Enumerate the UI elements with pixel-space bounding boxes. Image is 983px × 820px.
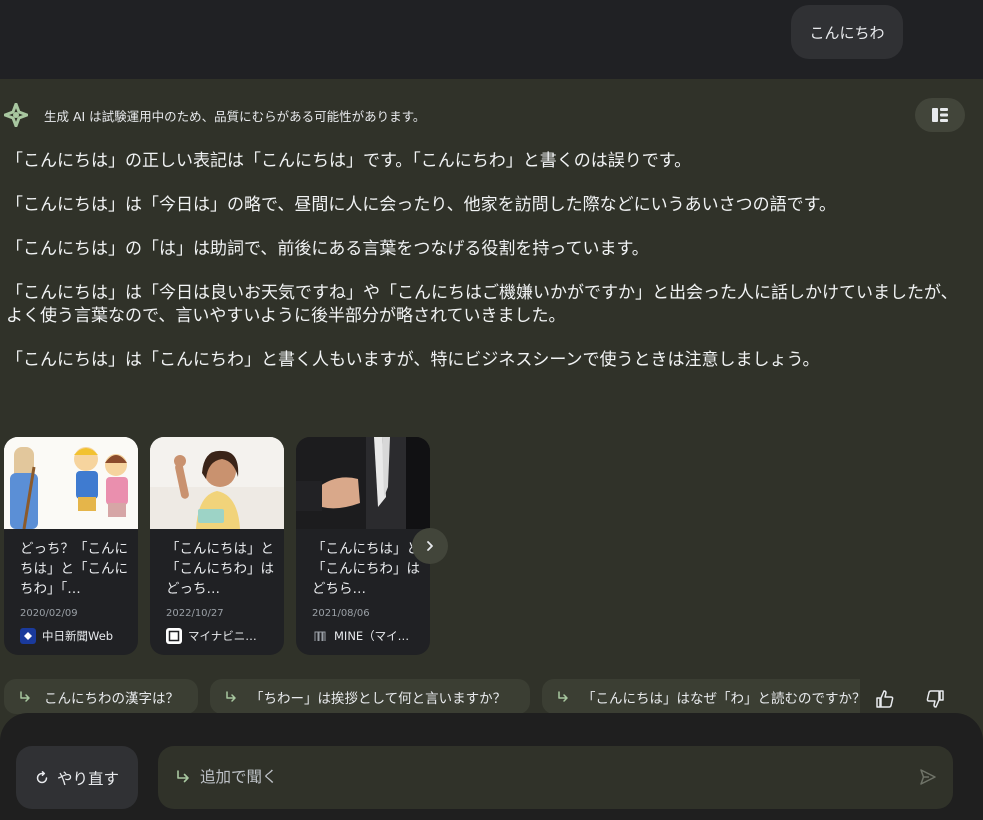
generative-ai-spark-icon — [4, 103, 28, 127]
chunichi-icon — [20, 628, 36, 644]
generative-ai-notice: 生成 AI は試験運用中のため、品質にむらがある可能性があります。 — [44, 109, 426, 124]
card-title: 「こんにちは」と「こんにちわ」はどっち… — [166, 541, 274, 597]
follow-up-arrow-icon — [20, 690, 30, 702]
thumbs-down-icon[interactable] — [924, 688, 946, 710]
retry-label: やり直す — [56, 769, 119, 788]
card-date: 2020/02/09 — [20, 608, 78, 619]
card-thumbnail-photo — [296, 437, 430, 529]
card-source: MINE（マイ… — [312, 628, 422, 644]
source-card[interactable]: 「こんにちは」と「こんにちわ」はどっち… 2022/10/27 マイナビニ… — [150, 437, 284, 655]
card-thumbnail-photo — [150, 437, 284, 529]
related-question-label: 「こんにちは」はなぜ「わ」と読むのですか？ — [582, 690, 860, 707]
source-card[interactable]: どっち？「こんにちは」と「こんにちわ」「… 2020/02/09 中日新聞Web — [4, 437, 138, 655]
related-question-label: 「ちわー」は挨拶として何と言いますか？ — [250, 690, 507, 707]
conversation-top-area: こんにちわ — [0, 0, 983, 79]
answer-paragraph: 「こんにちは」は「こんにちわ」と書く人もいますが、特にビジネスシーンで使うときは… — [6, 350, 820, 370]
card-title: どっち？「こんにちは」と「こんにちわ」「… — [20, 541, 128, 597]
card-title: 「こんにちは」と「こんにちわ」はどちら… — [312, 541, 420, 597]
answer-paragraph: 「こんにちは」は「今日は良いお天気ですね」や「こんにちはご機嫌いかがですか」と出… — [6, 283, 958, 326]
mine-icon — [312, 628, 328, 644]
related-question-label: こんにちわの漢字は？ — [44, 690, 179, 707]
card-source-name: マイナビニ… — [188, 629, 257, 643]
card-date: 2021/08/06 — [312, 608, 370, 619]
carousel-next-button[interactable] — [412, 528, 448, 564]
card-source-name: 中日新聞Web — [42, 629, 114, 643]
follow-up-box — [158, 746, 953, 809]
follow-up-arrow-icon — [558, 690, 568, 702]
mynavi-icon — [166, 628, 182, 644]
related-question-chip[interactable]: 「ちわー」は挨拶として何と言いますか？ — [210, 679, 530, 714]
follow-up-input[interactable] — [200, 760, 900, 794]
related-question-chip[interactable]: 「こんにちは」はなぜ「わ」と読むのですか？ — [542, 679, 860, 714]
source-card[interactable]: 「こんにちは」と「こんにちわ」はどちら… 2021/08/06 MINE（マイ… — [296, 437, 430, 655]
follow-up-arrow-icon — [226, 690, 236, 702]
card-thumbnail-illustration — [4, 437, 138, 529]
card-source-name: MINE（マイ… — [334, 629, 410, 643]
retry-button[interactable]: やり直す — [16, 746, 138, 809]
answer-paragraph: 「こんにちは」の正しい表記は「こんにちは」です。「こんにちわ」と書くのは誤りです… — [6, 151, 692, 171]
related-question-chip[interactable]: こんにちわの漢字は？ — [4, 679, 198, 714]
send-icon[interactable] — [919, 768, 937, 786]
card-source: 中日新聞Web — [20, 628, 130, 644]
answer-paragraph: 「こんにちは」の「は」は助詞で、前後にある言葉をつなげる役割を持っています。 — [6, 239, 649, 259]
related-questions: こんにちわの漢字は？ 「ちわー」は挨拶として何と言いますか？ 「こんにちは」はな… — [0, 679, 860, 715]
card-date: 2022/10/27 — [166, 608, 224, 619]
follow-up-arrow-icon — [177, 770, 189, 783]
layout-toggle-button[interactable] — [915, 98, 965, 132]
thumbs-up-icon[interactable] — [874, 688, 896, 710]
ai-answer-text: 「こんにちは」の正しい表記は「こんにちは」です。「こんにちわ」と書くのは誤りです… — [6, 150, 966, 393]
answer-paragraph: 「こんにちは」は「今日は」の略で、昼間に人に会ったり、他家を訪問した際などにいう… — [6, 195, 836, 215]
user-query-bubble: こんにちわ — [791, 5, 903, 59]
card-source: マイナビニ… — [166, 628, 276, 644]
panel-layout-icon — [932, 108, 948, 122]
chevron-right-icon — [427, 541, 433, 551]
refresh-icon — [36, 770, 48, 783]
